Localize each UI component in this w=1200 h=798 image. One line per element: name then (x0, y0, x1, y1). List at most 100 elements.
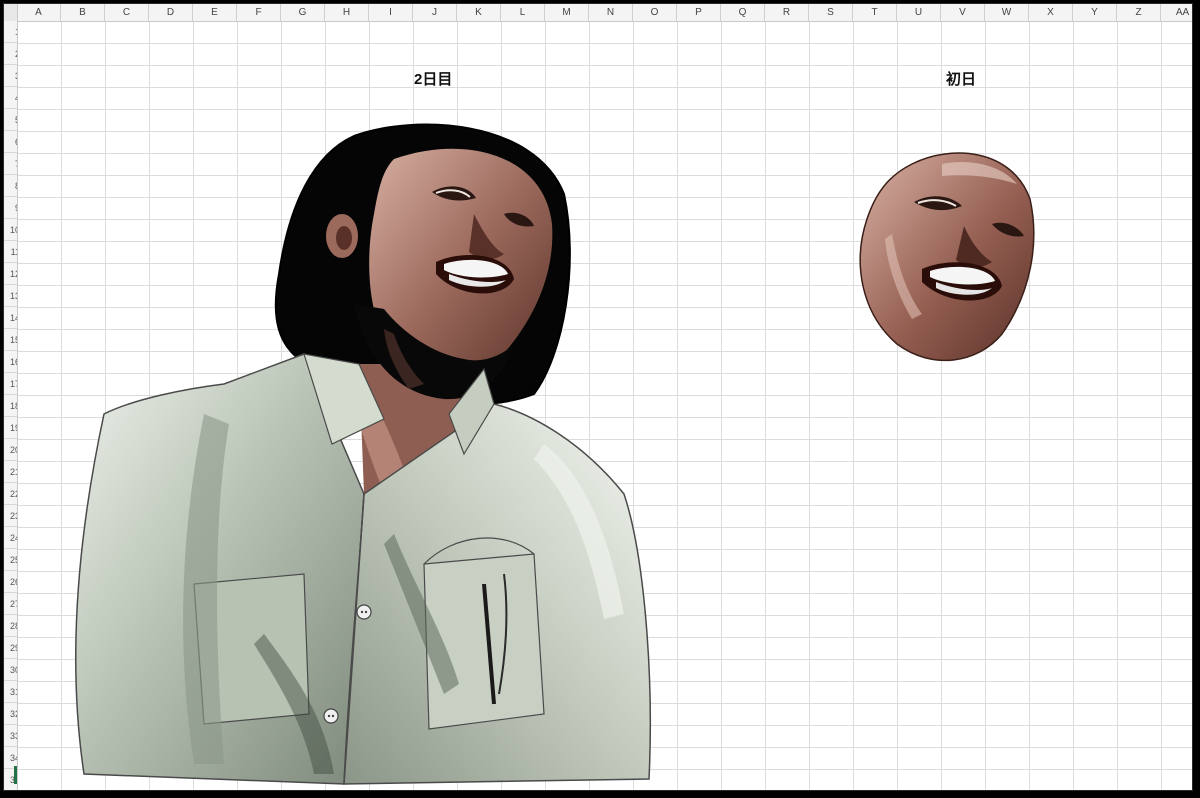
label-day1[interactable]: 初日 (946, 68, 976, 89)
row-number: 13 (9, 291, 17, 301)
row-header-7[interactable]: 7 (4, 153, 17, 175)
label-day2[interactable]: 2日目 (414, 68, 452, 89)
row-number: 21 (9, 467, 17, 477)
row-number: 17 (9, 379, 17, 389)
column-header-f[interactable]: F (237, 4, 281, 21)
row-number: 9 (15, 197, 17, 218)
column-header-e[interactable]: E (193, 4, 237, 21)
row-header-14[interactable]: 14 (4, 307, 17, 329)
row-number: 11 (10, 247, 17, 257)
row-header-12[interactable]: 12 (4, 263, 17, 285)
row-header-27[interactable]: 27 (4, 593, 17, 615)
row-number: 29 (9, 643, 17, 653)
row-header-19[interactable]: 19 (4, 417, 17, 439)
row-header-15[interactable]: 15 (4, 329, 17, 351)
portrait-illustration-day2[interactable] (64, 114, 664, 790)
row-header-4[interactable]: 4 (4, 87, 17, 109)
column-header-w[interactable]: W (985, 4, 1029, 21)
row-number: 22 (9, 489, 17, 499)
row-header-bar: 1234567891011121314151617181920212223242… (4, 21, 18, 790)
column-header-k[interactable]: K (457, 4, 501, 21)
row-number: 31 (9, 687, 17, 697)
row-header-6[interactable]: 6 (4, 131, 17, 153)
row-header-25[interactable]: 25 (4, 549, 17, 571)
column-header-h[interactable]: H (325, 4, 369, 21)
row-number: 5 (15, 109, 17, 130)
row-number: 18 (9, 401, 17, 411)
row-header-24[interactable]: 24 (4, 527, 17, 549)
row-header-10[interactable]: 10 (4, 219, 17, 241)
row-header-30[interactable]: 30 (4, 659, 17, 681)
column-header-x[interactable]: X (1029, 4, 1073, 21)
column-header-r[interactable]: R (765, 4, 809, 21)
row-number: 28 (9, 621, 17, 631)
column-header-v[interactable]: V (941, 4, 985, 21)
row-header-32[interactable]: 32 (4, 703, 17, 725)
row-header-3[interactable]: 3 (4, 65, 17, 87)
column-header-z[interactable]: Z (1117, 4, 1161, 21)
column-header-u[interactable]: U (897, 4, 941, 21)
row-header-21[interactable]: 21 (4, 461, 17, 483)
column-header-g[interactable]: G (281, 4, 325, 21)
spreadsheet-window: ABCDEFGHIJKLMNOPQRSTUVWXYZAA 12345678910… (3, 3, 1193, 791)
row-header-29[interactable]: 29 (4, 637, 17, 659)
row-number: 27 (9, 599, 17, 609)
row-number: 8 (15, 175, 17, 196)
row-header-23[interactable]: 23 (4, 505, 17, 527)
row-number: 20 (9, 445, 17, 455)
row-number: 16 (9, 357, 17, 367)
column-header-t[interactable]: T (853, 4, 897, 21)
row-number: 19 (9, 423, 17, 433)
row-header-33[interactable]: 33 (4, 725, 17, 747)
row-number: 6 (15, 131, 17, 152)
column-header-c[interactable]: C (105, 4, 149, 21)
column-header-l[interactable]: L (501, 4, 545, 21)
row-number: 26 (9, 577, 17, 587)
column-header-n[interactable]: N (589, 4, 633, 21)
row-number: 4 (15, 87, 17, 108)
select-all-corner[interactable] (4, 4, 18, 21)
row-header-18[interactable]: 18 (4, 395, 17, 417)
row-number: 23 (9, 511, 17, 521)
row-header-28[interactable]: 28 (4, 615, 17, 637)
row-header-16[interactable]: 16 (4, 351, 17, 373)
column-header-q[interactable]: Q (721, 4, 765, 21)
column-header-s[interactable]: S (809, 4, 853, 21)
row-number: 14 (9, 313, 17, 323)
row-number: 3 (15, 65, 17, 86)
face-illustration-day1[interactable] (852, 144, 1042, 370)
column-header-m[interactable]: M (545, 4, 589, 21)
row-header-1[interactable]: 1 (4, 21, 17, 43)
row-number: 32 (9, 709, 17, 719)
column-header-o[interactable]: O (633, 4, 677, 21)
row-number: 15 (9, 335, 17, 345)
column-header-y[interactable]: Y (1073, 4, 1117, 21)
column-header-aa[interactable]: AA (1161, 4, 1192, 21)
row-number: 2 (15, 43, 17, 64)
column-header-p[interactable]: P (677, 4, 721, 21)
row-header-22[interactable]: 22 (4, 483, 17, 505)
row-number: 33 (9, 731, 17, 741)
row-header-8[interactable]: 8 (4, 175, 17, 197)
row-number: 30 (9, 665, 17, 675)
row-number: 12 (9, 269, 17, 279)
row-header-9[interactable]: 9 (4, 197, 17, 219)
row-header-26[interactable]: 26 (4, 571, 17, 593)
column-header-i[interactable]: I (369, 4, 413, 21)
row-header-20[interactable]: 20 (4, 439, 17, 461)
row-number: 1 (15, 21, 17, 42)
row-number: 10 (9, 225, 17, 235)
row-header-31[interactable]: 31 (4, 681, 17, 703)
column-header-d[interactable]: D (149, 4, 193, 21)
column-header-b[interactable]: B (61, 4, 105, 21)
row-header-5[interactable]: 5 (4, 109, 17, 131)
column-header-j[interactable]: J (413, 4, 457, 21)
column-header-a[interactable]: A (17, 4, 61, 21)
active-cell-indicator (14, 766, 17, 784)
row-header-17[interactable]: 17 (4, 373, 17, 395)
row-number: 7 (15, 153, 17, 174)
row-header-11[interactable]: 11 (4, 241, 17, 263)
row-header-13[interactable]: 13 (4, 285, 17, 307)
row-number: 25 (9, 555, 17, 565)
row-header-2[interactable]: 2 (4, 43, 17, 65)
